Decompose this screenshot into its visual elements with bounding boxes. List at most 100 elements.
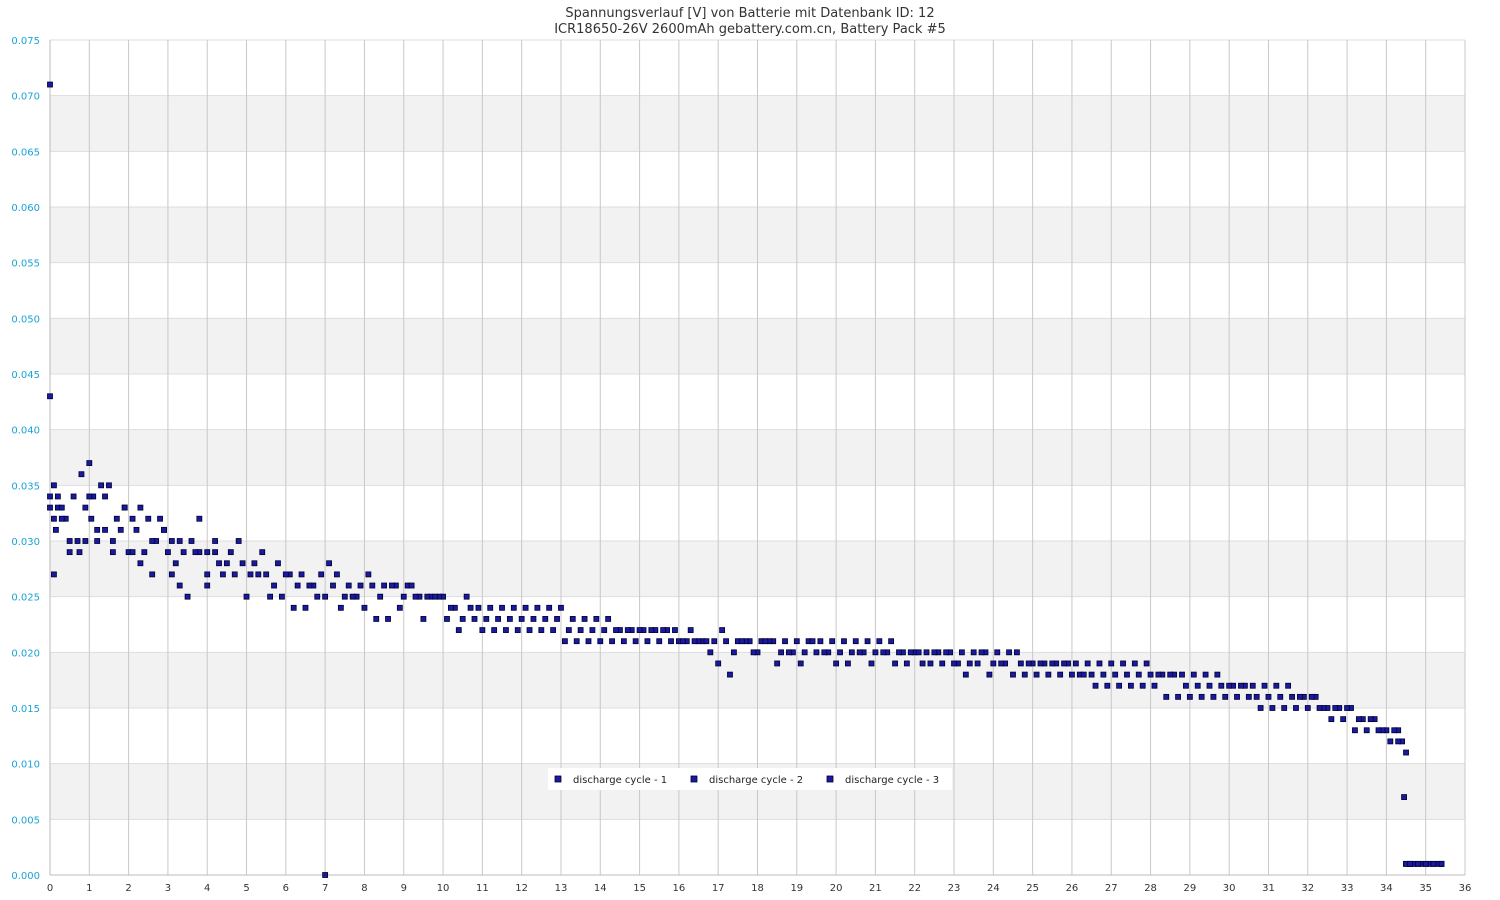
data-point-cycle-3: [1340, 716, 1347, 723]
data-point-cycle-1: [47, 393, 53, 400]
data-point-cycle-1: [888, 638, 895, 645]
data-point-cycle-2: [672, 627, 678, 633]
data-point-cycle-1: [463, 593, 470, 600]
data-point-cycle-3: [738, 638, 745, 645]
data-point-cycle-2: [459, 616, 466, 622]
y-tick-label: 0.045: [11, 370, 40, 381]
data-point-cycle-3: [1352, 727, 1358, 734]
data-point-cycle-2: [707, 649, 714, 656]
data-point-cycle-1: [1088, 671, 1095, 678]
data-point-cycle-1: [106, 482, 112, 489]
data-point-cycle-3: [302, 604, 309, 611]
data-point-cycle-2: [778, 649, 784, 656]
data-point-cycle-3: [121, 504, 128, 511]
data-point-cycle-3: [361, 604, 368, 611]
data-point-cycle-2: [424, 593, 431, 600]
data-point-cycle-3: [455, 627, 462, 633]
data-point-cycle-1: [534, 604, 541, 611]
legend-label-cycle-1: discharge cycle - 1: [573, 775, 667, 786]
x-tick-label: 5: [243, 883, 249, 894]
data-point-cycle-3: [503, 627, 509, 633]
data-point-cycle-2: [565, 627, 572, 633]
data-point-cycle-2: [47, 504, 53, 511]
data-point-cycle-3: [1401, 794, 1407, 800]
data-point-cycle-1: [793, 638, 800, 645]
y-tick-label: 0.000: [11, 871, 40, 882]
data-point-cycle-3: [176, 582, 183, 589]
data-point-cycle-3: [892, 660, 898, 667]
data-point-cycle-2: [223, 560, 230, 567]
x-tick-label: 11: [476, 883, 489, 894]
data-point-cycle-1: [852, 638, 859, 645]
data-point-cycle-2: [848, 649, 855, 656]
data-point-cycle-2: [636, 627, 643, 633]
data-point-cycle-2: [51, 515, 57, 522]
data-point-cycle-3: [1293, 705, 1299, 711]
data-point-cycle-2: [54, 493, 61, 500]
data-point-cycle-1: [239, 560, 246, 567]
data-point-cycle-3: [1304, 705, 1311, 711]
data-point-cycle-3: [951, 660, 957, 667]
data-point-cycle-3: [279, 593, 285, 600]
data-point-cycle-3: [220, 571, 226, 578]
data-point-cycle-2: [271, 582, 277, 589]
x-tick-label: 24: [987, 883, 1000, 894]
data-point-cycle-2: [931, 649, 938, 656]
data-point-cycle-3: [314, 593, 321, 600]
data-point-cycle-2: [1190, 671, 1197, 678]
data-point-cycle-2: [1179, 671, 1185, 678]
data-point-cycle-3: [212, 549, 218, 556]
x-tick-label: 2: [125, 883, 131, 894]
data-point-cycle-2: [495, 616, 501, 622]
data-point-cycle-1: [970, 649, 977, 656]
chart-subtitle: ICR18650-26V 2600mAh gebattery.com.cn, B…: [554, 22, 946, 37]
data-point-cycle-3: [82, 538, 89, 544]
data-point-cycle-1: [137, 504, 144, 511]
data-point-cycle-2: [966, 660, 973, 667]
data-point-cycle-3: [51, 571, 57, 578]
data-point-cycle-3: [514, 627, 521, 633]
data-point-cycle-3: [1175, 693, 1181, 700]
data-point-cycle-3: [1128, 682, 1134, 689]
data-point-cycle-3: [856, 649, 863, 656]
x-tick-label: 33: [1341, 883, 1354, 894]
legend-marker-cycle-3: [826, 775, 834, 783]
legend-marker-cycle-2: [690, 775, 698, 783]
x-tick-label: 7: [322, 883, 328, 894]
data-point-cycle-3: [845, 660, 851, 667]
x-tick-label: 15: [633, 883, 646, 894]
data-point-cycle-1: [113, 515, 120, 522]
data-point-cycle-2: [1391, 727, 1398, 734]
data-point-cycle-1: [475, 604, 482, 611]
data-point-cycle-3: [66, 549, 73, 556]
data-point-cycle-3: [1438, 860, 1445, 867]
data-point-cycle-2: [907, 649, 914, 656]
legend-label-cycle-3: discharge cycle - 3: [845, 775, 939, 786]
data-point-cycle-1: [129, 515, 136, 522]
data-point-cycle-3: [1057, 671, 1064, 678]
data-point-cycle-3: [396, 604, 403, 611]
data-point-cycle-2: [471, 616, 478, 622]
data-point-cycle-2: [341, 593, 348, 600]
data-point-cycle-2: [180, 549, 187, 556]
data-point-cycle-2: [943, 649, 950, 656]
data-point-cycle-2: [1108, 660, 1115, 667]
x-tick-label: 34: [1380, 883, 1393, 894]
chart-root: 0.000 0.005 0.010 0.015 0.020 0.025 0.030 0.035…: [0, 0, 1500, 900]
data-point-cycle-2: [837, 649, 843, 656]
data-point-cycle-2: [133, 526, 140, 533]
data-point-cycle-2: [1238, 682, 1244, 689]
data-point-cycle-1: [864, 638, 871, 645]
data-point-cycle-1: [1206, 682, 1213, 689]
data-point-cycle-3: [1269, 705, 1276, 711]
data-point-cycle-3: [326, 560, 332, 567]
data-point-cycle-3: [986, 671, 993, 678]
data-point-cycle-2: [483, 616, 490, 622]
data-point-cycle-3: [1414, 860, 1421, 867]
data-point-cycle-1: [723, 638, 729, 645]
data-point-cycle-3: [231, 571, 238, 578]
data-point-cycle-1: [98, 482, 104, 489]
data-point-cycle-2: [1214, 671, 1221, 678]
data-point-cycle-3: [1010, 671, 1016, 678]
data-point-cycle-1: [1017, 660, 1024, 667]
